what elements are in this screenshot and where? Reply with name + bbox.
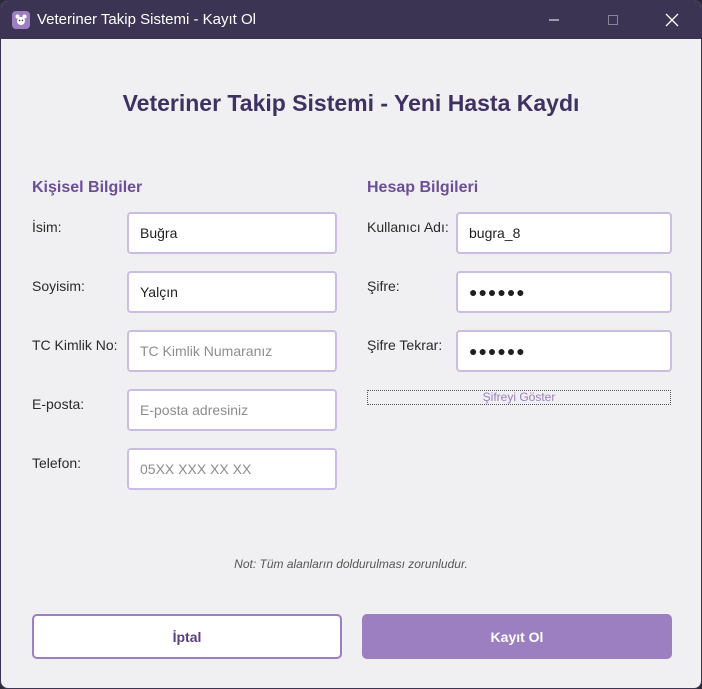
tc-label: TC Kimlik No: <box>32 337 118 353</box>
minimize-icon[interactable] <box>531 1 577 39</box>
email-field[interactable] <box>127 389 337 431</box>
name-label: İsim: <box>32 219 62 235</box>
title-bar[interactable]: Veteriner Takip Sistemi - Kayıt Ol <box>1 1 701 39</box>
personal-section-title: Kişisel Bilgiler <box>32 179 143 196</box>
surname-field[interactable] <box>127 271 337 313</box>
show-password-button[interactable]: Şifreyi Göster <box>367 390 671 405</box>
password-repeat-field[interactable] <box>456 330 672 372</box>
page-title: Veteriner Takip Sistemi - Yeni Hasta Kay… <box>122 90 580 116</box>
account-section-title: Hesap Bilgileri <box>367 179 479 196</box>
surname-label: Soyisim: <box>32 278 85 294</box>
maximize-icon[interactable] <box>590 1 636 39</box>
username-field[interactable] <box>456 212 672 254</box>
app-pet-icon <box>12 11 30 29</box>
password-label: Şifre: <box>367 278 400 294</box>
cancel-button[interactable]: İptal <box>32 614 342 659</box>
username-label: Kullanıcı Adı: <box>367 219 449 235</box>
password-repeat-label: Şifre Tekrar: <box>367 337 443 353</box>
phone-label: Telefon: <box>32 455 82 471</box>
password-field[interactable] <box>456 271 672 313</box>
name-field[interactable] <box>127 212 337 254</box>
window-title: Veteriner Takip Sistemi - Kayıt Ol <box>37 11 256 28</box>
register-window: Veteriner Takip Sistemi - Kayıt Ol Veter… <box>0 0 702 689</box>
tc-field[interactable] <box>127 330 337 372</box>
phone-field[interactable] <box>127 448 337 490</box>
close-icon[interactable] <box>649 1 695 39</box>
email-label: E-posta: <box>32 396 85 412</box>
required-note: Not: Tüm alanların doldurulması zorunlud… <box>234 557 468 571</box>
register-button[interactable]: Kayıt Ol <box>362 614 672 659</box>
